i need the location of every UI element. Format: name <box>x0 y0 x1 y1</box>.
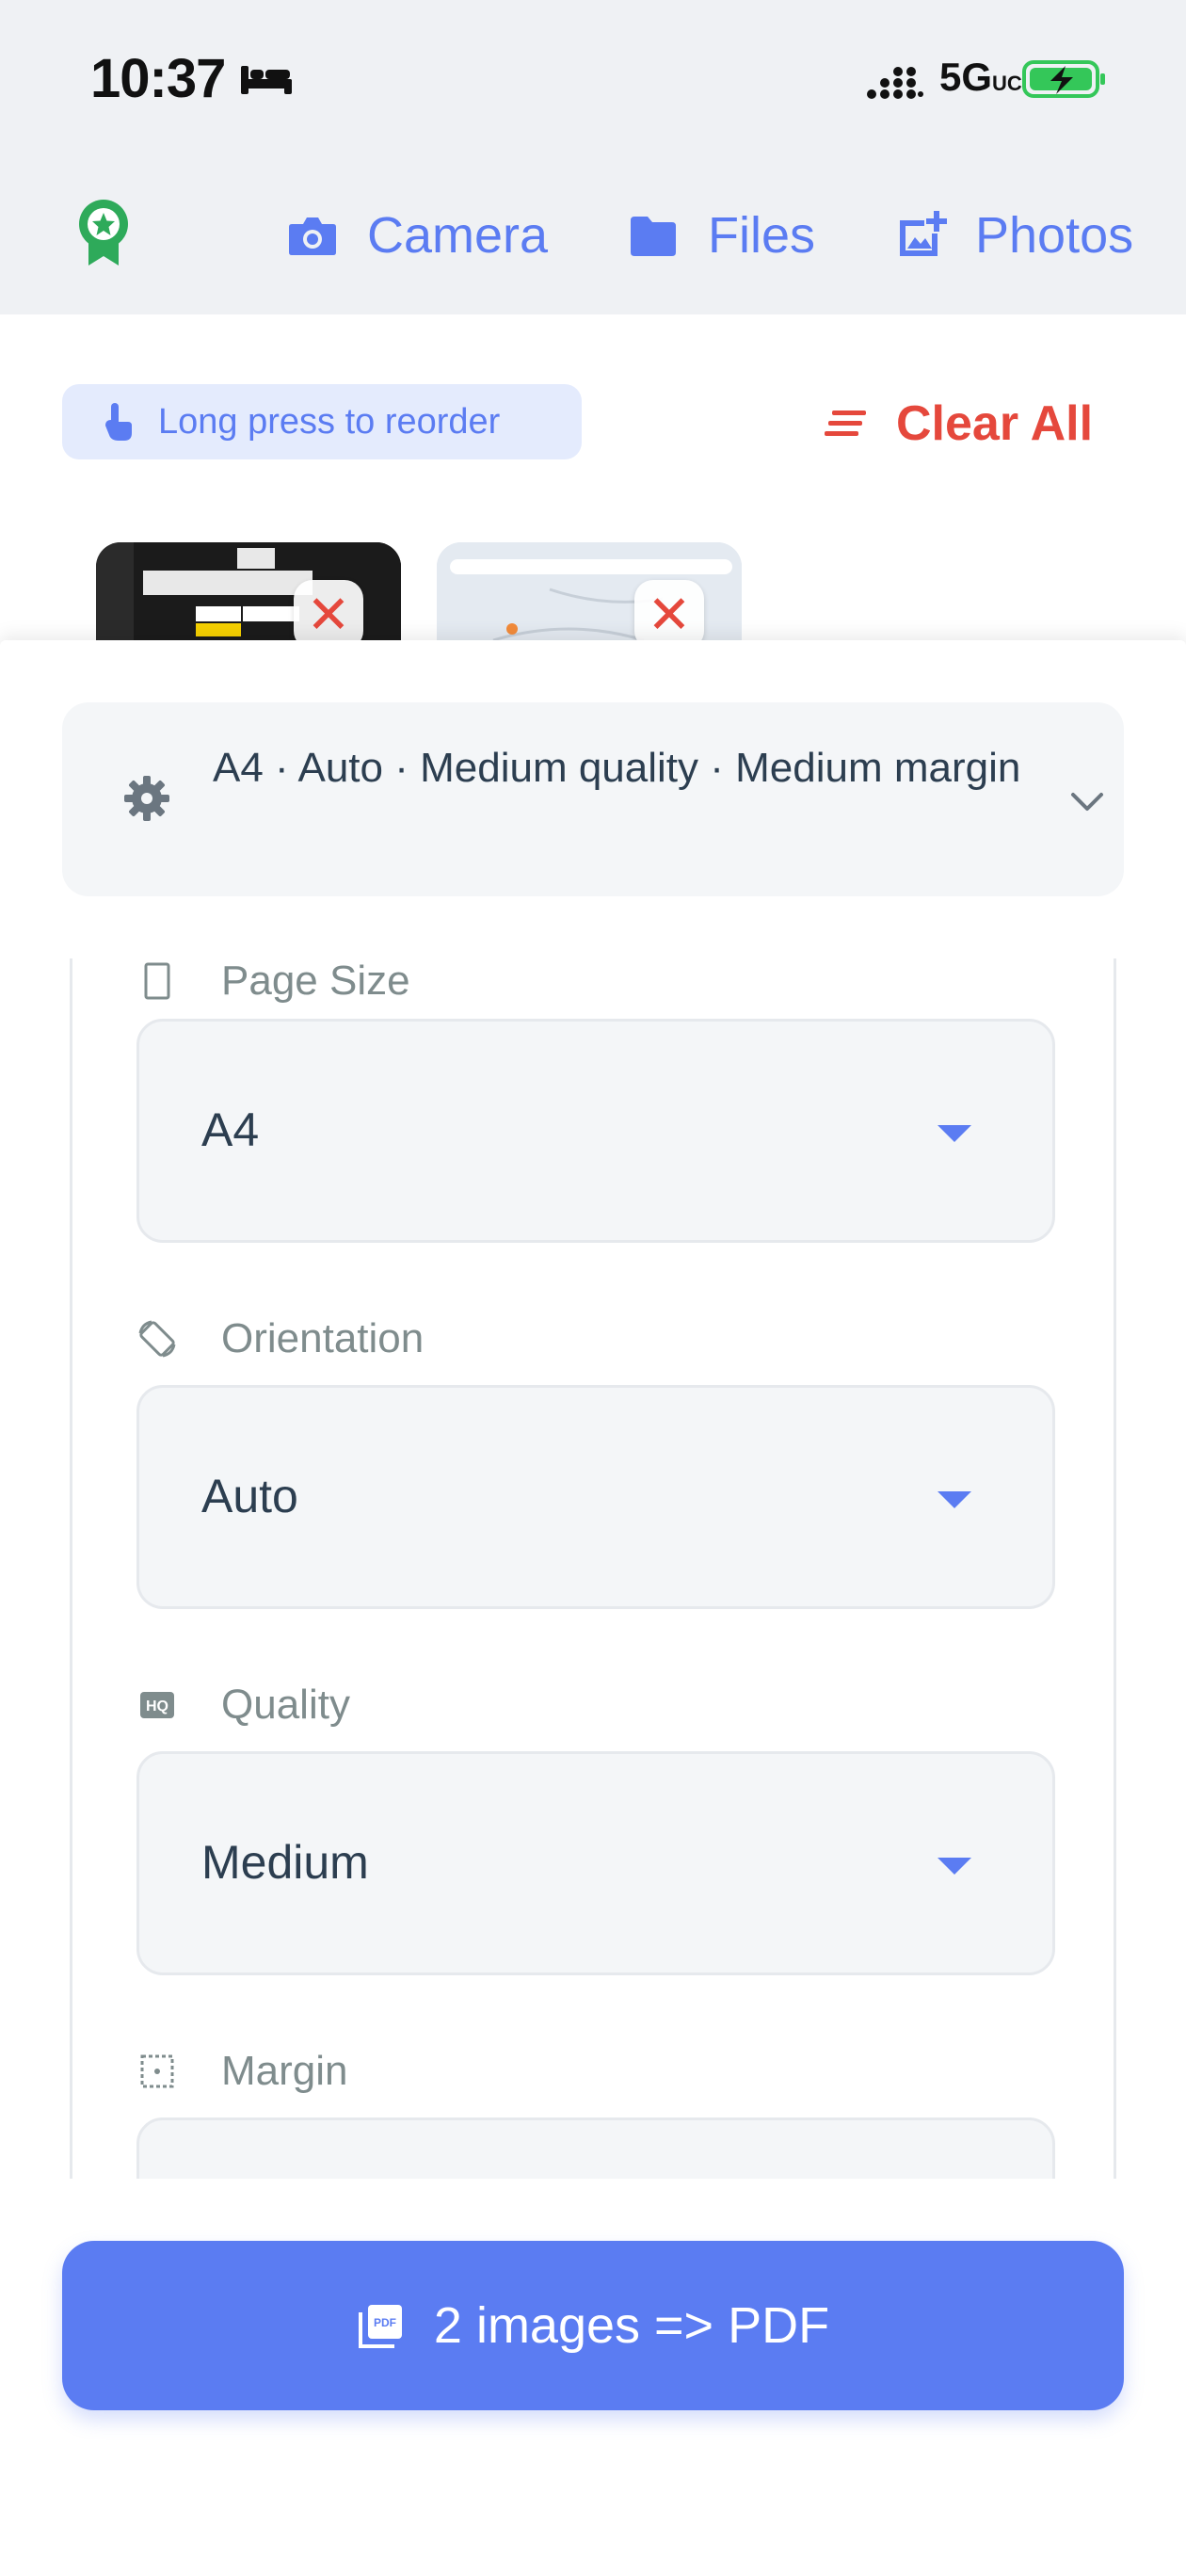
rotate-screen-icon <box>138 1320 176 1358</box>
dropdown-caret-icon <box>938 1491 971 1508</box>
camera-icon <box>289 217 336 255</box>
convert-label: 2 images => PDF <box>433 2297 830 2354</box>
orientation-label: Orientation <box>136 1311 424 1367</box>
page-size-select[interactable]: A4 <box>136 1019 1055 1243</box>
source-toolbar: Camera Files Photos <box>0 160 1186 314</box>
hq-icon: HQ <box>140 1692 174 1718</box>
settings-summary-text: A4 · Auto · Medium quality · Medium marg… <box>213 745 1021 791</box>
status-time: 10:37 <box>90 48 226 109</box>
chevron-down-icon <box>1071 793 1103 811</box>
status-bar: 10:37 5GUC <box>0 0 1186 160</box>
quality-label: HQ Quality <box>136 1677 350 1733</box>
svg-text:HQ: HQ <box>146 1699 168 1715</box>
files-label: Files <box>708 207 816 264</box>
page-icon <box>144 962 170 1000</box>
settings-options-panel[interactable]: Page Size A4 Orientation Auto HQ Quality… <box>70 958 1116 2179</box>
clear-all-label: Clear All <box>896 396 1094 451</box>
close-icon: ✕ <box>647 585 692 644</box>
network-type: 5GUC <box>939 55 1022 99</box>
folder-icon <box>631 217 676 256</box>
orientation-select[interactable]: Auto <box>136 1385 1055 1609</box>
gear-icon <box>124 776 169 821</box>
dropdown-caret-icon <box>938 1858 971 1875</box>
dropdown-caret-icon <box>938 1125 971 1142</box>
reorder-hint-text: Long press to reorder <box>158 401 501 442</box>
camera-button[interactable]: Camera <box>286 198 548 273</box>
battery-charging-icon <box>1022 60 1105 98</box>
convert-to-pdf-button[interactable]: PDF 2 images => PDF <box>62 2241 1124 2410</box>
photos-label: Photos <box>975 207 1134 264</box>
camera-label: Camera <box>367 207 549 264</box>
margin-select[interactable] <box>136 2117 1055 2179</box>
photos-button[interactable]: Photos <box>894 198 1133 273</box>
cellular-signal-icon <box>867 67 923 99</box>
clear-all-button[interactable]: Clear All <box>825 386 1093 461</box>
touch-hand-icon <box>105 403 132 441</box>
close-icon: ✕ <box>306 585 351 644</box>
award-badge-icon[interactable] <box>75 198 132 267</box>
settings-summary-toggle[interactable]: A4 · Auto · Medium quality · Medium marg… <box>62 702 1124 896</box>
page-size-value: A4 <box>201 1103 260 1156</box>
svg-text:PDF: PDF <box>374 2316 396 2329</box>
margin-label: Margin <box>136 2043 348 2100</box>
pdf-icon: PDF <box>358 2305 402 2348</box>
remove-image-button[interactable]: ✕ <box>294 580 363 650</box>
files-button[interactable]: Files <box>627 198 815 273</box>
margin-grid-icon <box>140 2054 174 2088</box>
sleep-bed-icon <box>241 66 292 94</box>
remove-image-button[interactable]: ✕ <box>634 580 704 650</box>
reorder-hint: Long press to reorder <box>62 384 582 459</box>
clear-all-icon <box>825 411 866 436</box>
quality-select[interactable]: Medium <box>136 1751 1055 1975</box>
quality-value: Medium <box>201 1836 369 1889</box>
page-size-label: Page Size <box>136 958 410 1009</box>
add-photo-icon <box>900 211 947 256</box>
orientation-value: Auto <box>201 1470 298 1522</box>
